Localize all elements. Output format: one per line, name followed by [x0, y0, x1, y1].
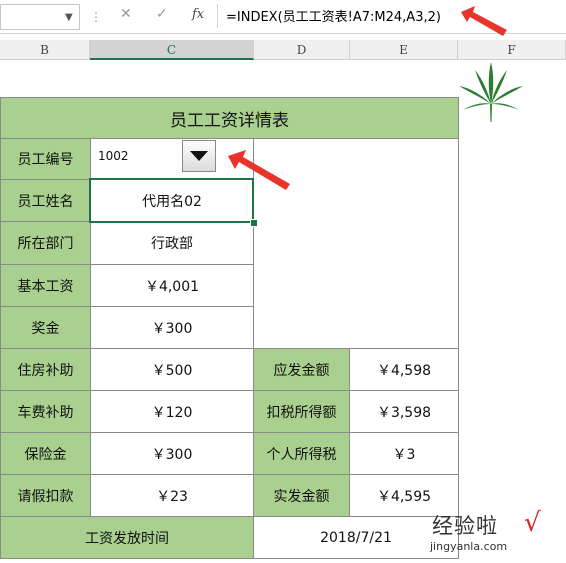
triangle-down-icon: [190, 151, 208, 161]
summary-label[interactable]: 实发金额: [253, 474, 350, 517]
row-value[interactable]: ￥300: [90, 432, 254, 475]
employee-id-value: 1002: [98, 149, 129, 163]
summary-label[interactable]: 应发金额: [253, 348, 350, 391]
summary-label[interactable]: 扣税所得额: [253, 390, 350, 433]
cannabis-leaf-icon: [459, 62, 523, 122]
insert-function-button[interactable]: fx: [192, 7, 204, 22]
column-header-e[interactable]: E: [350, 40, 458, 60]
drag-handle-icon[interactable]: ⋮: [90, 10, 102, 24]
column-header-c[interactable]: C: [90, 40, 254, 60]
row-value[interactable]: ￥120: [90, 390, 254, 433]
summary-value[interactable]: ￥4,598: [349, 348, 459, 391]
red-arrow-icon: [228, 150, 290, 190]
formula-bar-divider: [217, 4, 218, 28]
dropdown-button[interactable]: [182, 140, 216, 172]
row-value[interactable]: ￥23: [90, 474, 254, 517]
summary-value[interactable]: ￥3: [349, 432, 459, 475]
row-value[interactable]: ￥500: [90, 348, 254, 391]
employee-id-dropdown[interactable]: 1002: [92, 140, 218, 174]
row-label[interactable]: 保险金: [0, 432, 91, 475]
watermark: 经验啦 √ jingyanla.com: [426, 508, 560, 558]
row-label[interactable]: 员工姓名: [0, 179, 91, 222]
enter-button[interactable]: ✓: [156, 6, 168, 22]
row-value[interactable]: 行政部: [90, 221, 254, 265]
summary-label[interactable]: 个人所得税: [253, 432, 350, 475]
chevron-down-icon[interactable]: ▼: [65, 12, 73, 23]
watermark-text: 经验啦: [432, 514, 498, 538]
row-label[interactable]: 基本工资: [0, 264, 91, 307]
fill-handle[interactable]: [250, 219, 258, 227]
column-header-d[interactable]: D: [254, 40, 350, 60]
summary-value[interactable]: ￥3,598: [349, 390, 459, 433]
row-label[interactable]: 所在部门: [0, 221, 91, 265]
row-value[interactable]: ￥300: [90, 306, 254, 349]
red-arrow-icon: [461, 6, 507, 36]
pay-date-label[interactable]: 工资发放时间: [0, 516, 254, 559]
column-header-b[interactable]: B: [0, 40, 90, 60]
row-label[interactable]: 住房补助: [0, 348, 91, 391]
cancel-button[interactable]: ✕: [120, 6, 132, 22]
row-label[interactable]: 奖金: [0, 306, 91, 349]
table-title[interactable]: 员工工资详情表: [0, 97, 459, 139]
name-box[interactable]: ▼: [0, 4, 80, 30]
watermark-url: jingyanla.com: [430, 540, 508, 553]
row-label[interactable]: 请假扣款: [0, 474, 91, 517]
row-label[interactable]: 车费补助: [0, 390, 91, 433]
row-value[interactable]: ￥4,001: [90, 264, 254, 307]
column-header-f[interactable]: F: [458, 40, 566, 60]
check-icon: √: [524, 508, 541, 538]
employee-id-label[interactable]: 员工编号: [0, 138, 91, 180]
formula-input[interactable]: =INDEX(员工工资表!A7:M24,A3,2): [226, 6, 441, 25]
